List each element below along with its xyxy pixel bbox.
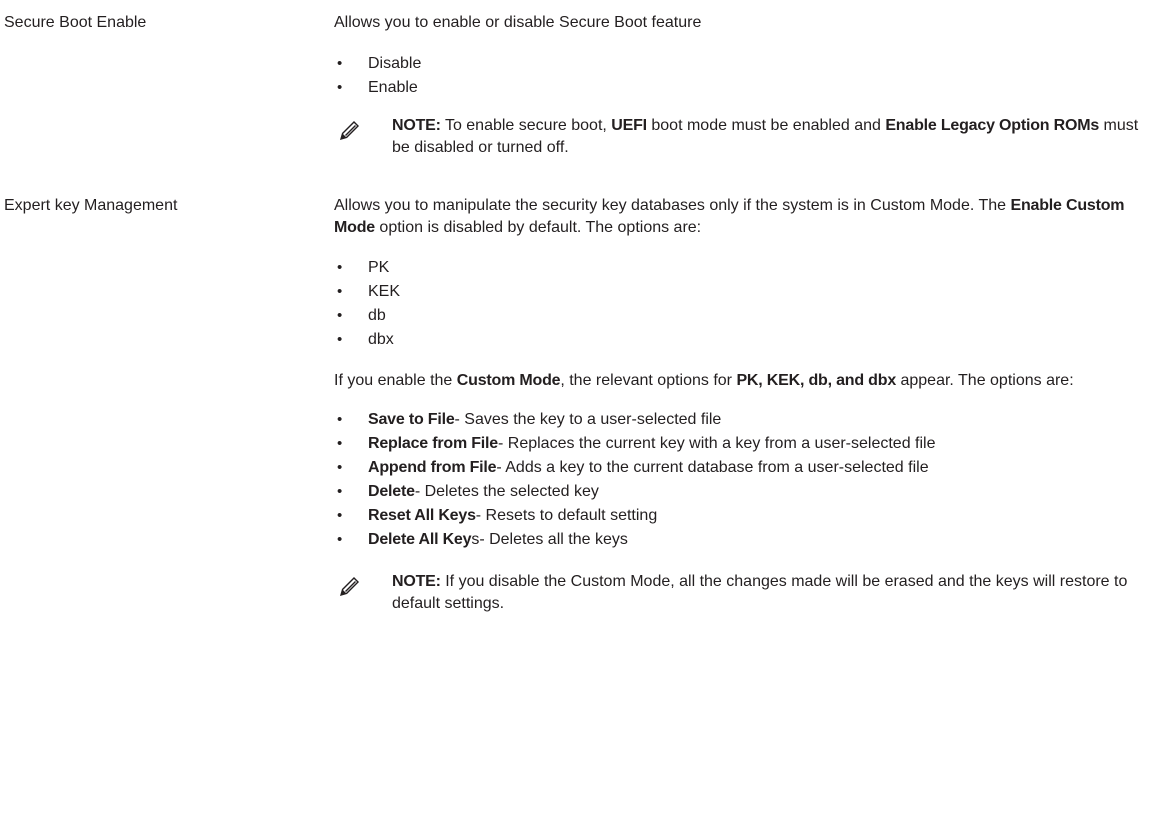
list-item: • Replace from File- Replaces the current… xyxy=(334,433,1154,457)
intro-text-part: Allows you to manipulate the security ke… xyxy=(334,197,1011,214)
bullet: • xyxy=(337,259,343,276)
list-item: • Append from File- Adds a key to the cur… xyxy=(334,457,1154,481)
pencil-note-icon xyxy=(340,121,359,140)
custom-emphasis: PK, KEK, db, and dbx xyxy=(736,372,897,389)
custom-action-list: • Save to File- Saves the key to a user-s… xyxy=(334,409,1154,553)
note-prefix: NOTE: xyxy=(392,117,441,134)
bullet: • xyxy=(337,411,343,428)
action-name: Reset All Keys xyxy=(368,507,476,524)
bullet: • xyxy=(337,55,343,72)
list-item: • Disable xyxy=(334,53,1154,77)
bullet: • xyxy=(337,531,343,548)
custom-text-part: appear. The options are: xyxy=(896,372,1074,389)
list-item-text: dbx xyxy=(368,331,394,348)
bullet: • xyxy=(337,507,343,524)
action-desc: s- Deletes all the keys xyxy=(471,531,628,548)
setting-description: Allows you to manipulate the security ke… xyxy=(334,195,1154,615)
pencil-note-icon xyxy=(340,577,359,596)
list-item-text: KEK xyxy=(368,283,401,300)
setting-label: Expert key Management xyxy=(4,197,178,214)
custom-emphasis: Custom Mode xyxy=(456,372,561,389)
setting-intro: Allows you to manipulate the security ke… xyxy=(334,195,1154,239)
list-item: • Save to File- Saves the key to a user-s… xyxy=(334,409,1154,433)
bullet: • xyxy=(337,331,343,348)
note-text: NOTE: If you disable the Custom Mode, al… xyxy=(392,571,1154,615)
option-list: • Disable • Enable xyxy=(334,53,1154,101)
setting-intro: Allows you to enable or disable Secure B… xyxy=(334,14,702,31)
bullet: • xyxy=(337,307,343,324)
custom-mode-paragraph: If you enable the Custom Mode, the relev… xyxy=(334,370,1154,392)
list-item: • Delete- Deletes the selected key xyxy=(334,481,1154,505)
action-desc: - Resets to default setting xyxy=(475,507,658,524)
note-prefix: NOTE: xyxy=(392,573,441,590)
action-desc: - Adds a key to the current database fro… xyxy=(496,459,929,476)
note-emphasis: Enable Legacy Option ROMs xyxy=(885,117,1100,134)
key-database-list: • PK • KEK • db • dbx xyxy=(334,257,1154,353)
intro-text-part: option is disabled by default. The optio… xyxy=(374,219,702,236)
list-item-text: Disable xyxy=(368,55,422,72)
note-emphasis: UEFI xyxy=(611,117,647,134)
action-name: Delete xyxy=(368,483,415,500)
bios-settings-document: Secure Boot Enable Allows you to enable … xyxy=(0,0,1158,817)
list-item: • Delete All Keys- Deletes all the keys xyxy=(334,529,1154,553)
custom-text-part: , the relevant options for xyxy=(560,372,737,389)
bullet: • xyxy=(337,459,343,476)
note-text: NOTE: To enable secure boot, UEFI boot m… xyxy=(392,115,1154,159)
setting-label: Secure Boot Enable xyxy=(4,14,147,31)
note-text-part: If you disable the Custom Mode, all the … xyxy=(392,573,1128,612)
bullet: • xyxy=(337,435,343,452)
list-item-text: db xyxy=(368,307,386,324)
list-item-text: Enable xyxy=(368,79,418,96)
list-item: • db xyxy=(334,305,1154,329)
note-box: NOTE: If you disable the Custom Mode, al… xyxy=(334,571,1154,615)
list-item: • KEK xyxy=(334,281,1154,305)
action-desc: - Saves the key to a user-selected file xyxy=(454,411,722,428)
note-box: NOTE: To enable secure boot, UEFI boot m… xyxy=(334,115,1154,159)
action-name: Append from File xyxy=(368,459,497,476)
list-item: • Reset All Keys- Resets to default setti… xyxy=(334,505,1154,529)
note-text-part: To enable secure boot, xyxy=(440,117,612,134)
action-name: Delete All Key xyxy=(368,531,472,548)
list-item-text: PK xyxy=(368,259,390,276)
setting-description: Allows you to enable or disable Secure B… xyxy=(334,12,1154,159)
custom-text-part: If you enable the xyxy=(334,372,457,389)
note-text-part: boot mode must be enabled and xyxy=(646,117,886,134)
list-item: • Enable xyxy=(334,77,1154,101)
action-name: Replace from File xyxy=(368,435,498,452)
list-item: • dbx xyxy=(334,329,1154,353)
action-desc: - Replaces the current key with a key fr… xyxy=(497,435,936,452)
bullet: • xyxy=(337,283,343,300)
action-desc: - Deletes the selected key xyxy=(414,483,599,500)
bullet: • xyxy=(337,483,343,500)
list-item: • PK xyxy=(334,257,1154,281)
action-name: Save to File xyxy=(368,411,455,428)
bullet: • xyxy=(337,79,343,96)
